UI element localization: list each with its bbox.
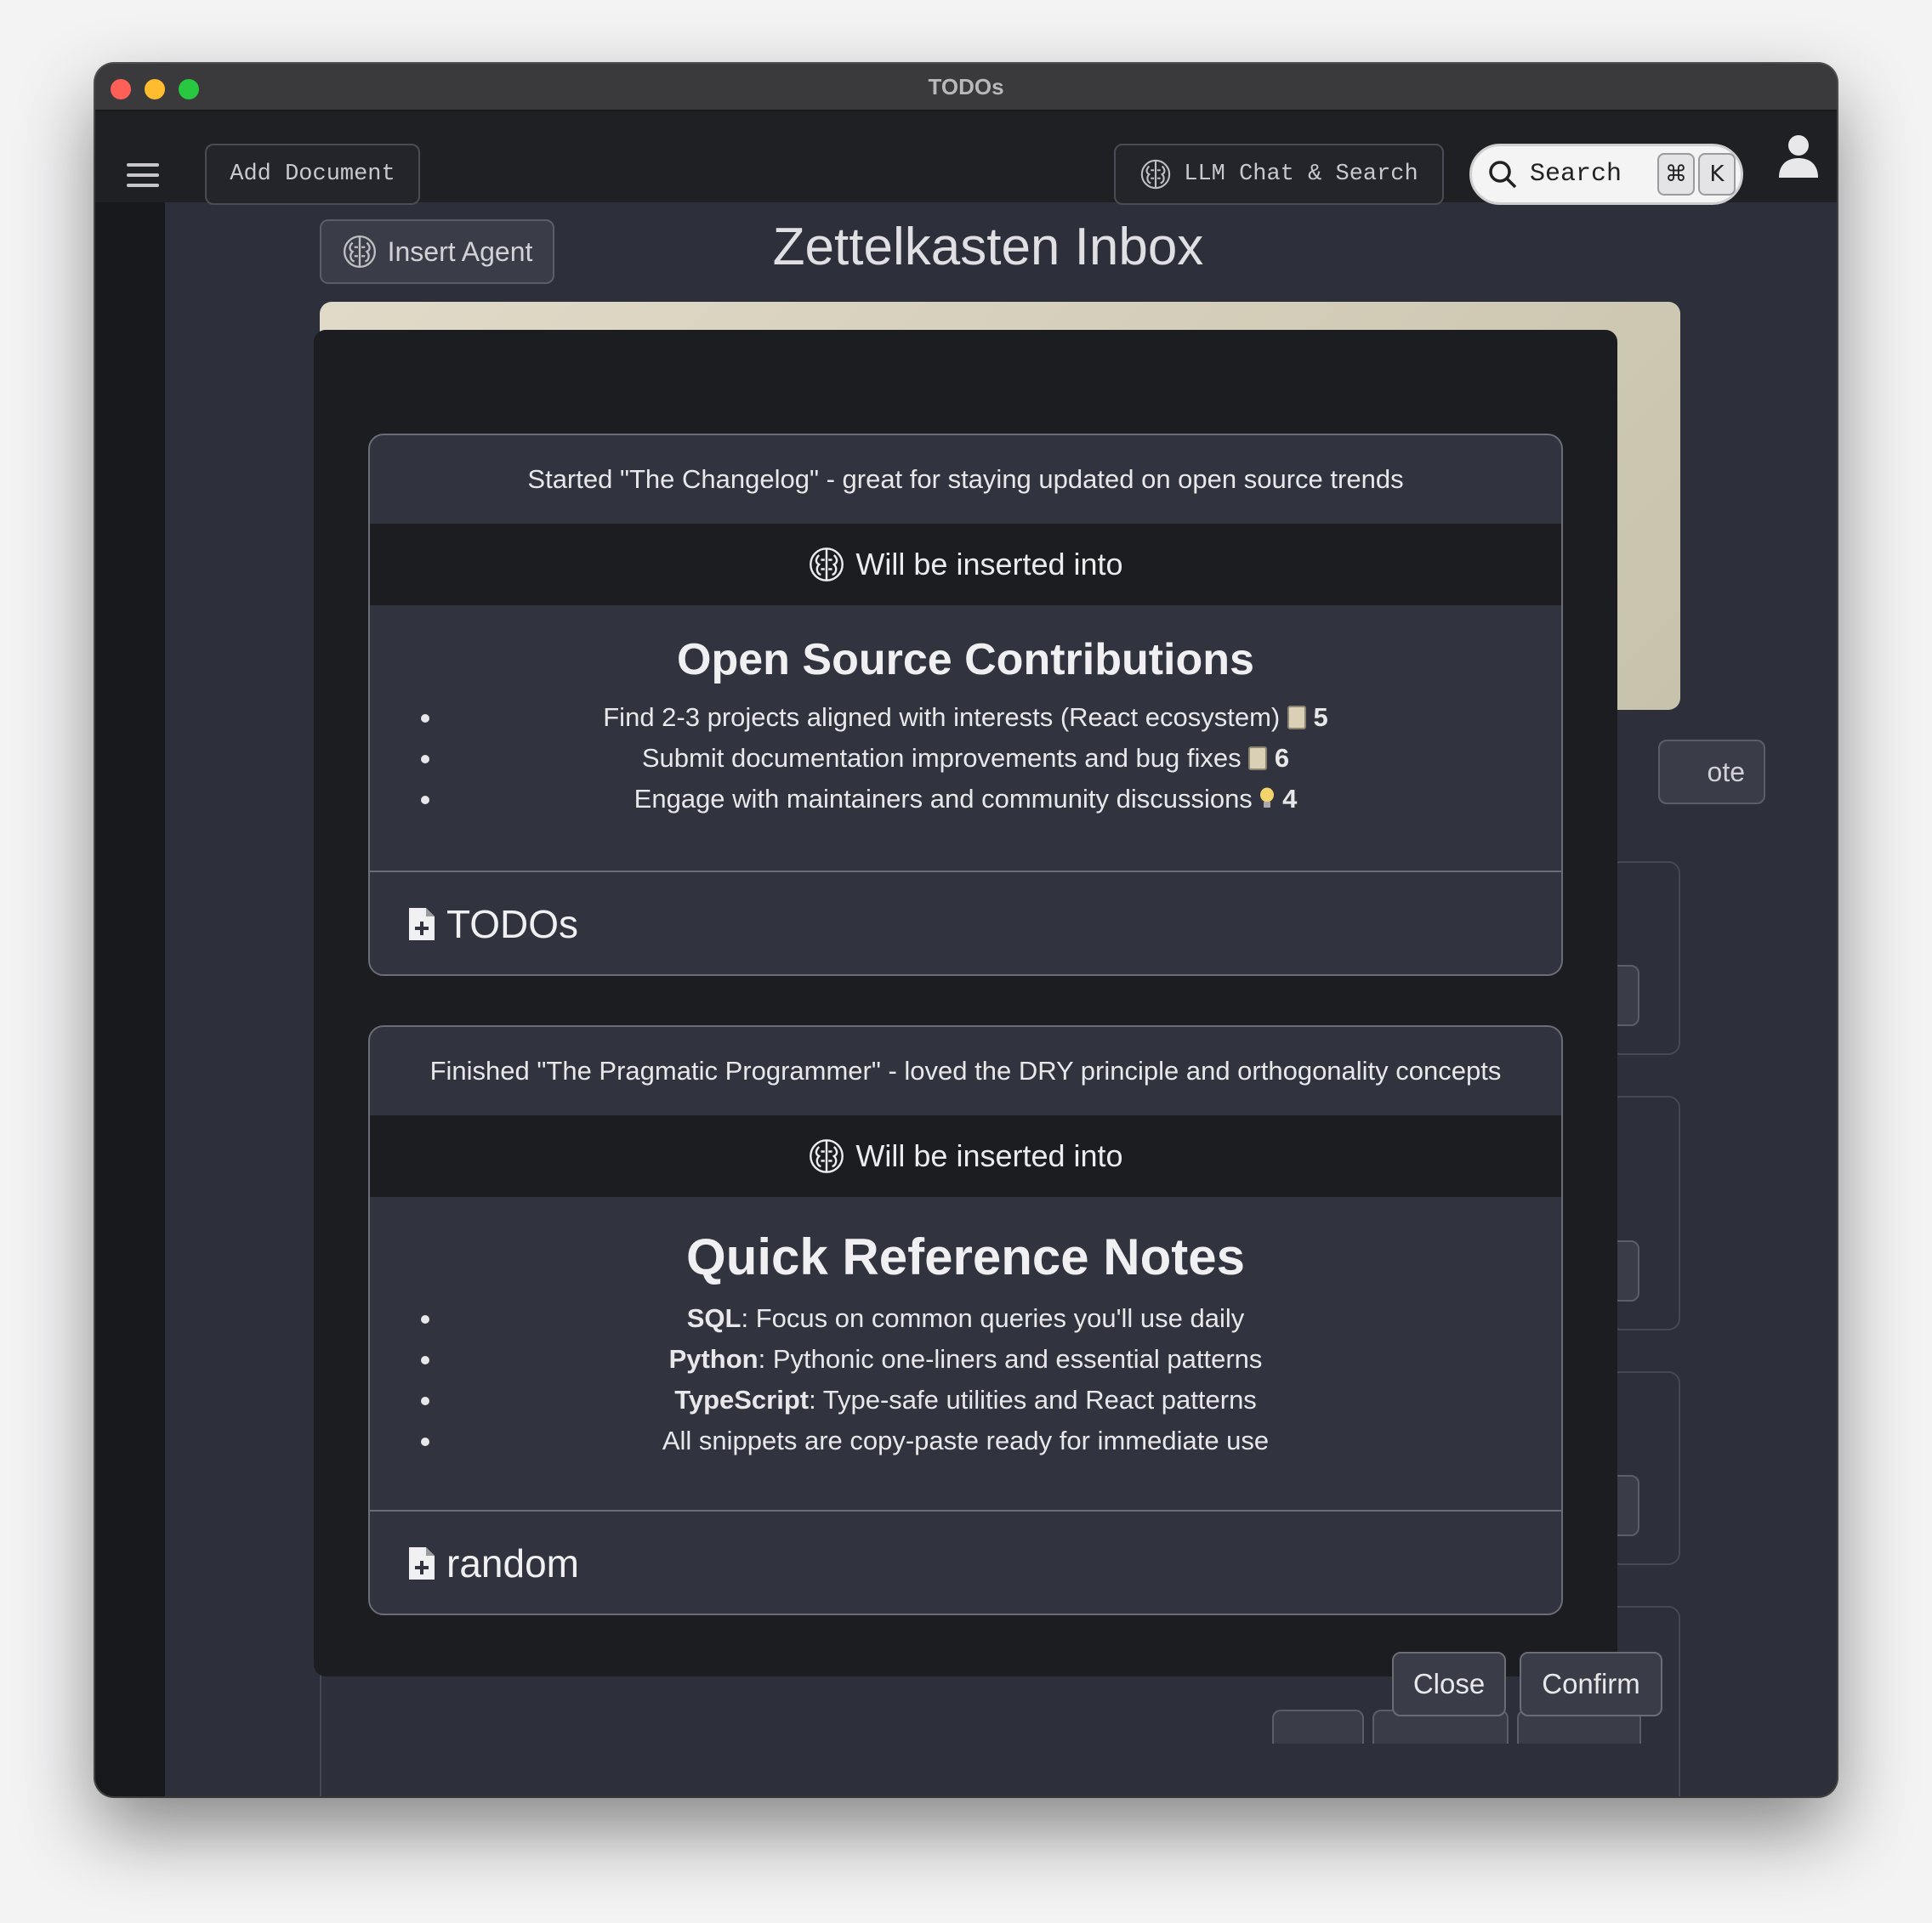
page-title: Zettelkasten Inbox bbox=[772, 218, 1204, 276]
minimize-window-button[interactable] bbox=[145, 79, 165, 99]
insert-agent-modal: Started "The Changelog" - great for stay… bbox=[314, 330, 1662, 1716]
suggestion-source: Finished "The Pragmatic Programmer" - lo… bbox=[429, 1056, 1502, 1086]
search-icon bbox=[1489, 161, 1517, 189]
target-document-name: random bbox=[446, 1541, 579, 1585]
list-item: Python: Pythonic one-liners and essentia… bbox=[370, 1339, 1561, 1380]
list-item: Find 2-3 projects aligned with interests… bbox=[370, 697, 1561, 738]
lightbulb-icon bbox=[1260, 787, 1275, 808]
search-label: Search bbox=[1530, 160, 1622, 189]
sidebar bbox=[95, 201, 165, 1796]
close-button[interactable]: Close bbox=[1392, 1652, 1506, 1716]
insert-agent-button[interactable]: Insert Agent bbox=[320, 219, 554, 284]
search-shortcut: ⌘ K bbox=[1657, 153, 1736, 196]
maximize-window-button[interactable] bbox=[179, 79, 199, 99]
add-document-button[interactable]: Add Document bbox=[205, 144, 420, 205]
insert-label: Will be inserted into bbox=[855, 547, 1123, 581]
list-item: Engage with maintainers and community di… bbox=[370, 779, 1561, 820]
brain-icon bbox=[1141, 159, 1171, 190]
close-window-button[interactable] bbox=[111, 79, 131, 99]
preview-list: Find 2-3 projects aligned with interests… bbox=[370, 697, 1561, 820]
target-section-title: Quick Reference Notes bbox=[686, 1228, 1245, 1285]
window-controls bbox=[111, 79, 199, 99]
preview-list: SQL: Focus on common queries you'll use … bbox=[370, 1298, 1561, 1461]
app-window: TODOs Add Document LLM Chat & Search Sea… bbox=[95, 64, 1837, 1796]
list-item: TypeScript: Type-safe utilities and Reac… bbox=[370, 1380, 1561, 1421]
title-bar: TODOs bbox=[95, 64, 1837, 111]
file-plus-icon bbox=[409, 908, 435, 940]
clipboard-icon bbox=[1287, 706, 1306, 729]
suggestion-card: Started "The Changelog" - great for stay… bbox=[368, 434, 1563, 976]
confirm-button[interactable]: Confirm bbox=[1520, 1652, 1662, 1716]
insert-agent-label: Insert Agent bbox=[387, 235, 533, 267]
user-icon[interactable] bbox=[1777, 133, 1820, 178]
llm-chat-search-button[interactable]: LLM Chat & Search bbox=[1114, 144, 1444, 205]
add-note-button[interactable]: ote bbox=[1658, 740, 1765, 804]
suggestion-source: Started "The Changelog" - great for stay… bbox=[527, 464, 1404, 494]
list-item: All snippets are copy-paste ready for im… bbox=[370, 1421, 1561, 1461]
brain-icon bbox=[343, 235, 376, 269]
card-action-button[interactable] bbox=[1272, 1710, 1364, 1744]
clipboard-icon bbox=[1248, 746, 1268, 770]
search-button[interactable]: Search ⌘ K bbox=[1469, 144, 1743, 205]
llm-chat-label: LLM Chat & Search bbox=[1184, 162, 1418, 187]
target-section-title: Open Source Contributions bbox=[677, 635, 1254, 684]
list-item: Submit documentation improvements and bu… bbox=[370, 738, 1561, 779]
target-document[interactable]: random bbox=[370, 1510, 1561, 1614]
insert-label: Will be inserted into bbox=[855, 1138, 1123, 1173]
suggestion-card: Finished "The Pragmatic Programmer" - lo… bbox=[368, 1025, 1563, 1615]
menu-icon[interactable] bbox=[127, 163, 159, 189]
target-document[interactable]: TODOs bbox=[370, 871, 1561, 974]
brain-icon bbox=[810, 1139, 844, 1173]
suggestion-preview: Quick Reference Notes SQL: Focus on comm… bbox=[370, 1197, 1561, 1510]
window-title: TODOs bbox=[928, 73, 1004, 99]
list-item: SQL: Focus on common queries you'll use … bbox=[370, 1298, 1561, 1339]
file-plus-icon bbox=[409, 1547, 435, 1580]
target-document-name: TODOs bbox=[446, 902, 579, 946]
cmd-key: ⌘ bbox=[1657, 153, 1695, 196]
insert-target-banner: Will be inserted into bbox=[370, 524, 1561, 605]
brain-icon bbox=[810, 547, 844, 581]
suggestion-preview: Open Source Contributions Find 2-3 proje… bbox=[370, 605, 1561, 871]
k-key: K bbox=[1698, 153, 1736, 196]
insert-target-banner: Will be inserted into bbox=[370, 1115, 1561, 1197]
